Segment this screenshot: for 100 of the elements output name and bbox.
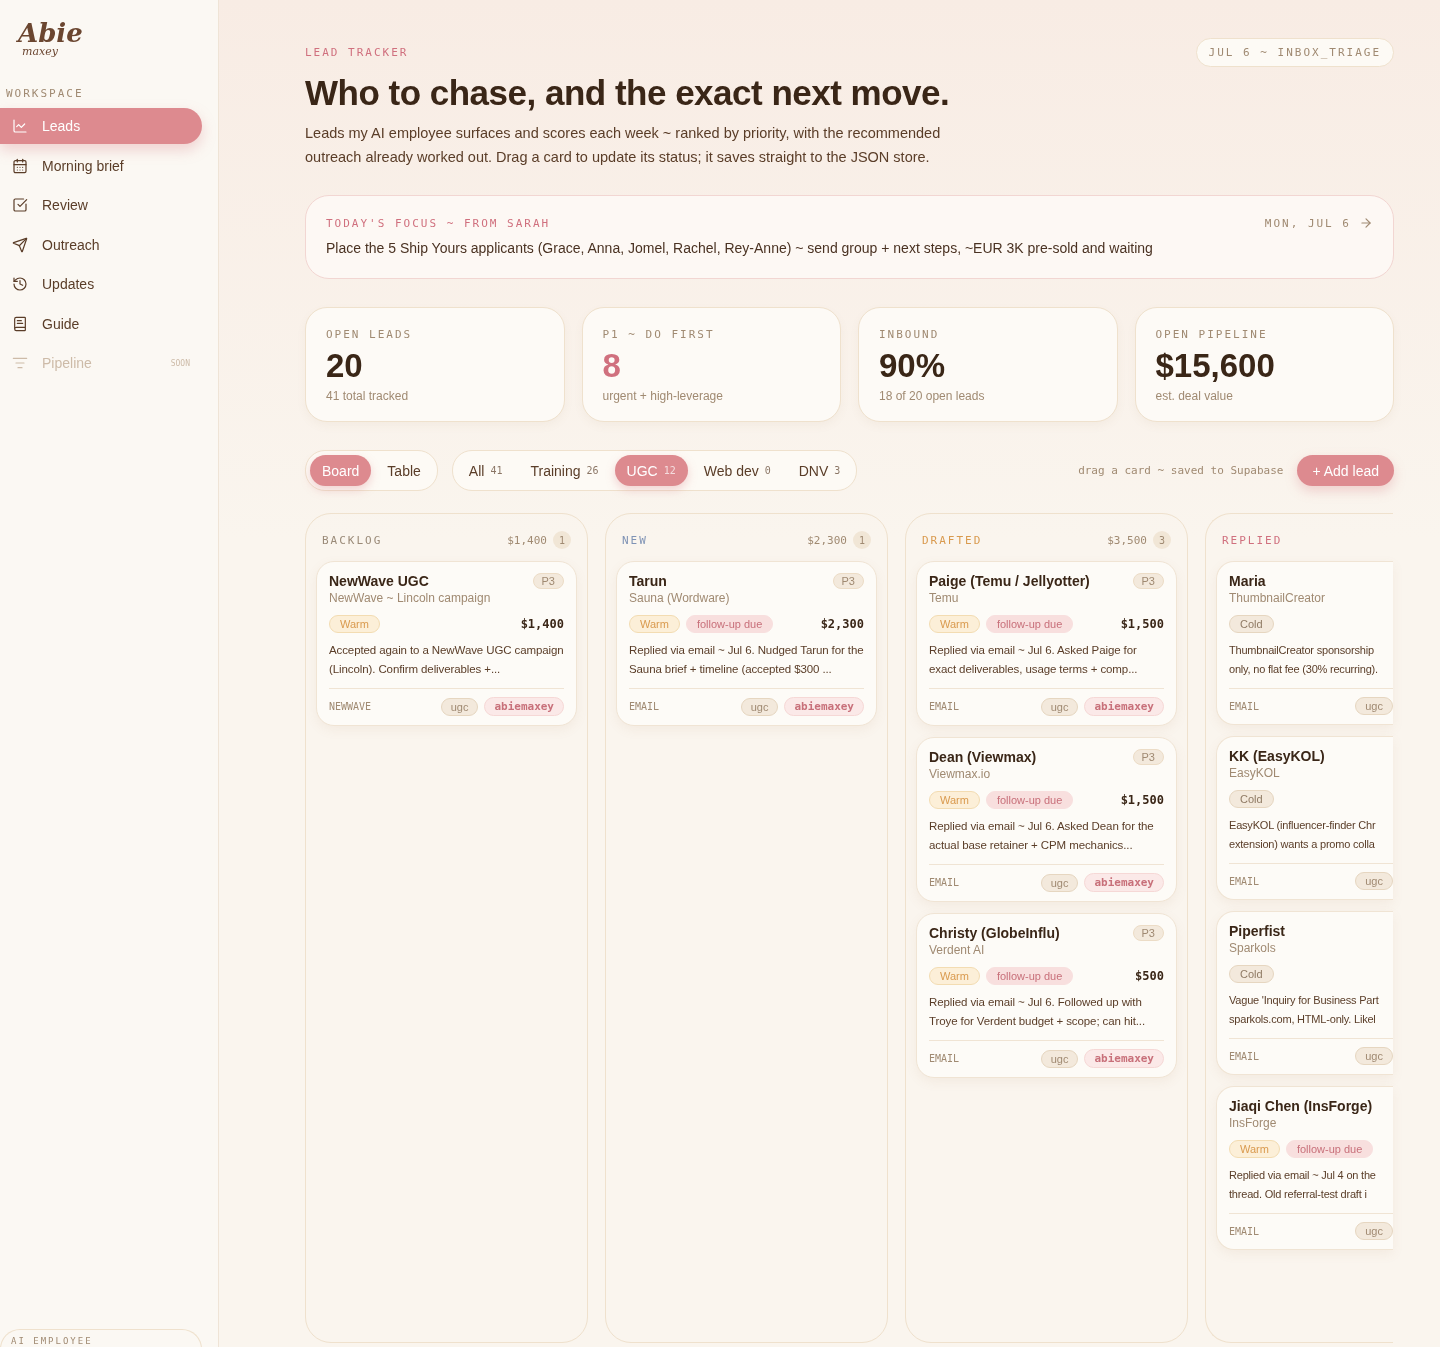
column-title: DRAFTED	[922, 533, 984, 547]
category-tag: abiemaxey	[1084, 873, 1164, 892]
stat-value: $15,600	[1155, 347, 1276, 385]
lead-summary: Replied via email ~ Jul 6. Asked Paige for exact deliverables, usage terms + comp...	[929, 643, 1139, 677]
stat-value: 90%	[879, 347, 947, 385]
stat-label: OPEN PIPELINE	[1155, 328, 1269, 341]
lead-name: Tarun	[629, 573, 667, 589]
lead-source: EMAIL	[929, 1053, 960, 1064]
lead-card[interactable]: Christy (GlobeInflu) P3 Verdent AI Warm follow-up due $500 Replied via email ~ Jul 6. Followed up with Troye for Verdent budget + scope; can hit... EMAIL ugc abiemaxey	[916, 913, 1177, 1078]
nav-item[interactable]: Updates	[0, 266, 202, 302]
category-tag: ugc	[740, 697, 779, 716]
status-tag: follow-up due	[685, 615, 774, 633]
run-tag: JUL 6 ~ INBOX_TRIAGE	[1195, 38, 1394, 67]
lead-summary: Replied via email ~ Jul 4 on the thread. Old referral-test draft i	[1229, 1168, 1377, 1202]
lead-name: NewWave UGC	[329, 573, 429, 589]
status-tag: Warm	[929, 615, 980, 633]
lead-company: NewWave ~ Lincoln campaign	[329, 591, 492, 605]
section-label: WORKSPACE	[5, 87, 85, 100]
category-tag: abiemaxey	[1084, 697, 1164, 716]
priority-tag: P3	[532, 573, 564, 589]
stat-label: INBOUND	[879, 328, 941, 341]
filter-tab[interactable]: Training 26	[518, 455, 611, 486]
column-title: BACKLOG	[322, 533, 384, 547]
nav-icon	[12, 157, 28, 174]
stat-label: OPEN LEADS	[326, 328, 414, 341]
lead-source: EMAIL	[1229, 875, 1260, 887]
filter-tab[interactable]: Web dev 0	[691, 455, 783, 486]
category-tag: ugc	[440, 697, 479, 716]
drag-hint: drag a card ~ saved to Supabase	[1078, 464, 1284, 477]
page-eyebrow: LEAD TRACKER	[305, 46, 409, 59]
lead-source: EMAIL	[1229, 1050, 1260, 1062]
nav-item[interactable]: Morning brief	[0, 147, 202, 184]
lead-name: Dean (Viewmax)	[929, 749, 1037, 765]
lead-card[interactable]: Tarun P3 Sauna (Wordware) Warm follow-up due $2,300 Replied via email ~ Jul 6. Nudged Tarun for the Sauna brief + timeline (accepted $300 ... EMAIL ugc abiemaxey	[616, 561, 877, 726]
category-tag: ugc	[1355, 1047, 1393, 1065]
column-title: NEW	[622, 533, 649, 547]
status-tag: Warm	[1229, 1140, 1280, 1158]
lead-source: EMAIL	[929, 701, 960, 712]
lead-card[interactable]: Maria ThumbnailCreator Cold ThumbnailCreator sponsorship only, no flat fee (30% recurring). EMAIL ugc	[1216, 561, 1393, 725]
status-tag: Warm	[329, 615, 380, 633]
lead-name: Piperfist	[1229, 923, 1285, 939]
lead-card[interactable]: Piperfist Sparkols Cold Vague 'Inquiry for Business Part sparkols.com, HTML-only. Likel EMAIL ugc	[1216, 911, 1393, 1075]
lead-company: Viewmax.io	[929, 767, 992, 781]
lead-card[interactable]: Dean (Viewmax) P3 Viewmax.io Warm follow-up due $1,500 Replied via email ~ Jul 6. Asked Dean for the actual base retainer + CPM mechanics... EMAIL ugc abiemaxey	[916, 737, 1177, 902]
stat-label: P1 ~ DO FIRST	[602, 328, 716, 341]
status-tag: Warm	[929, 967, 980, 985]
column-total: $3,500	[1107, 533, 1147, 547]
nav-item[interactable]: Outreach	[0, 226, 202, 263]
category-tag: ugc	[1040, 697, 1079, 716]
priority-tag: P3	[1132, 925, 1164, 941]
lead-name: KK (EasyKOL)	[1229, 748, 1325, 764]
status-tag: Cold	[1229, 790, 1274, 808]
lead-name: Christy (GlobeInflu)	[929, 925, 1060, 941]
category-tag: ugc	[1355, 1222, 1393, 1240]
lead-name: Paige (Temu / Jellyotter)	[929, 573, 1090, 589]
lead-source: EMAIL	[629, 701, 660, 712]
lead-summary: ThumbnailCreator sponsorship only, no flat fee (30% recurring).	[1229, 643, 1379, 677]
nav-icon	[12, 276, 28, 292]
page-title: Who to chase, and the exact next move.	[305, 73, 951, 113]
filter-tab[interactable]: DNV 3	[786, 455, 853, 486]
lead-summary: EasyKOL (influencer-finder Chr extension) wants a promo colla	[1229, 818, 1377, 852]
lead-company: InsForge	[1229, 1116, 1278, 1130]
category-tag: ugc	[1355, 872, 1393, 890]
stat-note: est. deal value	[1155, 389, 1234, 403]
column-count: 1	[553, 531, 571, 549]
view-tab[interactable]: Table	[375, 455, 433, 486]
category-tag: abiemaxey	[784, 697, 864, 716]
lead-source: EMAIL	[1229, 1225, 1260, 1237]
lead-source: NEWWAVE	[329, 701, 372, 712]
lead-summary: Vague 'Inquiry for Business Part sparkols.com, HTML-only. Likel	[1229, 993, 1380, 1027]
status-tag: follow-up due	[985, 791, 1074, 809]
deal-amount: $1,400	[520, 617, 564, 631]
nav-item[interactable]: Guide	[0, 305, 202, 342]
deal-amount: $1,500	[1120, 617, 1164, 631]
status-tag: follow-up due	[985, 967, 1074, 985]
nav-icon	[12, 315, 28, 332]
nav-icon	[12, 355, 28, 371]
lead-source: EMAIL	[929, 877, 960, 888]
lead-company: Temu	[929, 591, 960, 605]
lead-card[interactable]: Jiaqi Chen (InsForge) InsForge Warm follow-up due Replied via email ~ Jul 4 on the thread. Old referral-test draft i EMAIL ugc	[1216, 1086, 1393, 1250]
filter-tab[interactable]: All 41	[456, 455, 515, 486]
category-tag: abiemaxey	[484, 697, 564, 716]
nav-icon	[12, 197, 28, 213]
lead-summary: Replied via email ~ Jul 6. Asked Dean for the actual base retainer + CPM mechanics...	[929, 819, 1155, 853]
lead-card[interactable]: NewWave UGC P3 NewWave ~ Lincoln campaign Warm $1,400 Accepted again to a NewWave UGC campaign (Lincoln). Confirm deliverables +... NEWWAVE ugc abiemaxey	[316, 561, 577, 726]
focus-text: Place the 5 Ship Yours applicants (Grace, Anna, Jomel, Rachel, Rey-Anne) ~ send group + next steps, ~EUR 3K pre-sold and waiting	[326, 240, 1154, 256]
soon-label: SOON	[170, 358, 190, 368]
lead-company: EasyKOL	[1229, 766, 1281, 780]
focus-label: TODAY'S FOCUS ~ FROM SARAH	[326, 216, 551, 230]
page-intro: Leads my AI employee surfaces and scores each week ~ ranked by priority, with the recommended outreach already worked out. Drag a card to update its status; it saves straight to the JSON store.	[305, 124, 942, 167]
lead-summary: Replied via email ~ Jul 6. Nudged Tarun for the Sauna brief + timeline (accepted $300 ...	[629, 643, 864, 677]
status-tag: follow-up due	[985, 615, 1074, 633]
lead-card[interactable]: Paige (Temu / Jellyotter) P3 Temu Warm follow-up due $1,500 Replied via email ~ Jul 6. Asked Paige for exact deliverables, usage terms + comp... EMAIL ugc abiemaxey	[916, 561, 1177, 726]
nav-item[interactable]: Review	[0, 187, 202, 223]
column-total: $1,400	[507, 533, 547, 547]
stat-value: 8	[602, 347, 622, 385]
priority-tag: P3	[832, 573, 864, 589]
column-total: $2,300	[807, 533, 847, 547]
deal-amount: $1,500	[1120, 793, 1164, 807]
lead-card[interactable]: KK (EasyKOL) EasyKOL Cold EasyKOL (influencer-finder Chr extension) wants a promo colla EMAIL ugc	[1216, 736, 1393, 900]
